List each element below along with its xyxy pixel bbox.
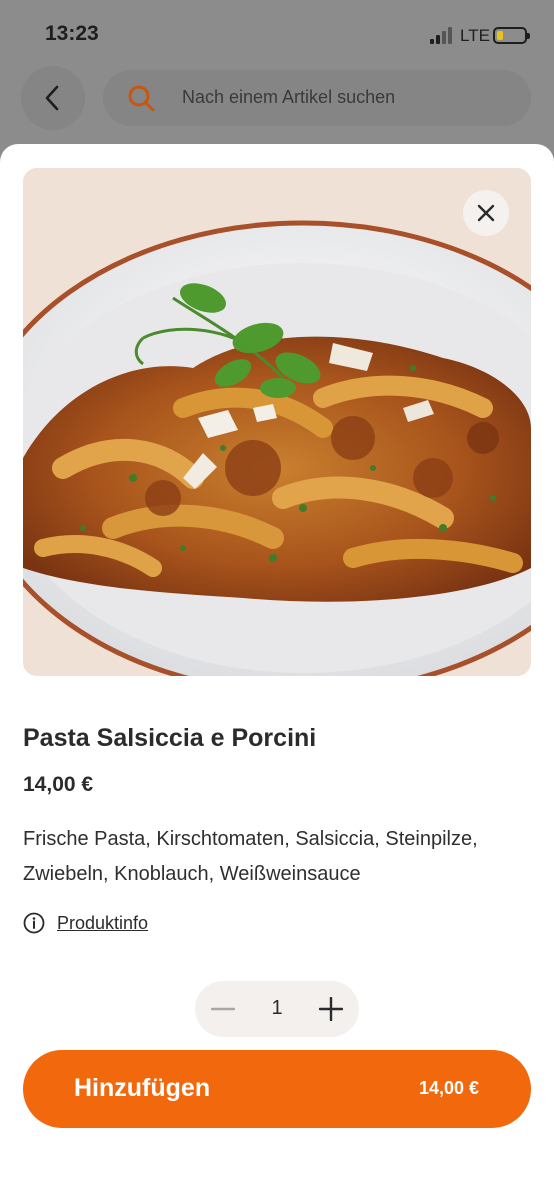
product-info-link[interactable]: Produktinfo [57, 913, 148, 934]
increase-quantity-button[interactable] [317, 995, 345, 1023]
status-time: 13:23 [45, 22, 99, 45]
add-button-label: Hinzufügen [74, 1074, 211, 1102]
battery-icon [493, 27, 530, 44]
search-icon [128, 85, 155, 112]
add-to-cart-button[interactable]: Hinzufügen 14,00 € [23, 1050, 531, 1128]
product-image [23, 168, 531, 676]
signal-icon [430, 26, 454, 44]
search-placeholder: Nach einem Artikel suchen [182, 87, 396, 107]
product-info-row[interactable]: Produktinfo [23, 910, 148, 936]
product-title: Pasta Salsiccia e Porcini [23, 724, 317, 752]
chevron-left-icon [45, 85, 59, 111]
quantity-stepper: 1 [195, 981, 359, 1037]
product-description: Frische Pasta, Kirschtomaten, Salsiccia,… [23, 828, 478, 885]
search-input[interactable]: Nach einem Artikel suchen [103, 70, 531, 126]
close-icon [477, 204, 495, 222]
pasta-dish-illustration [23, 168, 531, 676]
back-button[interactable] [21, 66, 85, 130]
info-icon [23, 912, 45, 934]
plus-icon [319, 997, 343, 1021]
product-price: 14,00 € [23, 773, 94, 796]
add-button-price: 14,00 € [418, 1078, 479, 1098]
network-label: LTE [460, 26, 490, 45]
close-button[interactable] [463, 190, 509, 236]
product-detail-sheet: Pasta Salsiccia e Porcini 14,00 € Frisch… [0, 144, 554, 1200]
status-bar: 13:23 LTE [0, 0, 554, 60]
